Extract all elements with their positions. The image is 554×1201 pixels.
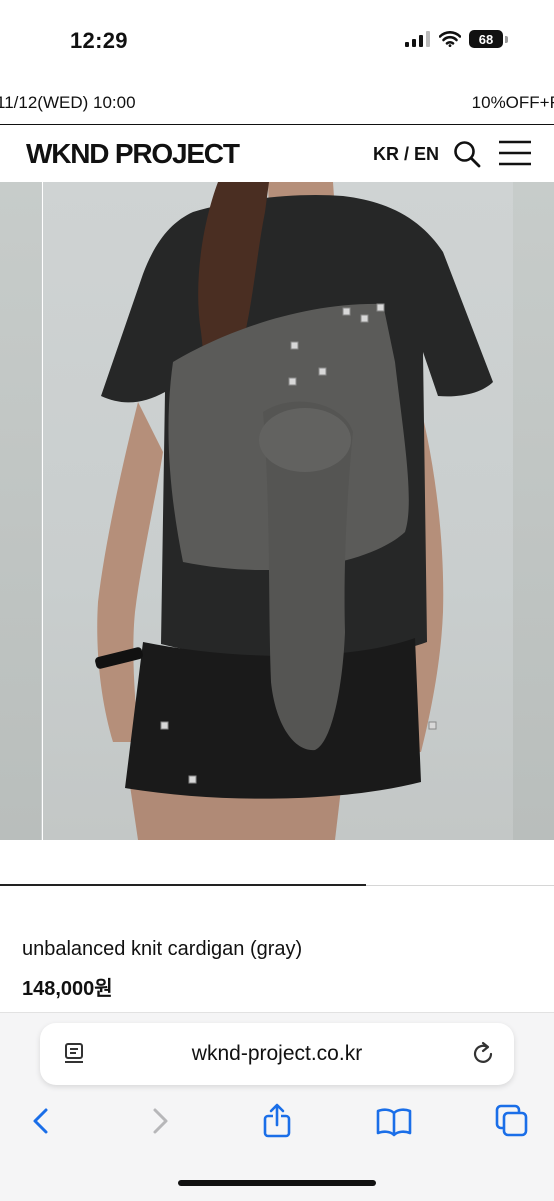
promo-offer: 10%OFF+F <box>471 93 554 112</box>
tabs-icon[interactable] <box>493 1102 531 1140</box>
battery-cap <box>505 35 508 43</box>
share-icon[interactable] <box>258 1102 296 1140</box>
product-name: unbalanced knit cardigan (gray) <box>22 938 303 960</box>
wifi-icon <box>439 31 461 47</box>
promo-banner[interactable]: 11/12(WED) 10:00 10%OFF+F <box>0 82 554 125</box>
reload-icon[interactable] <box>470 1041 496 1067</box>
product-photo <box>42 182 514 840</box>
home-indicator[interactable] <box>178 1180 376 1186</box>
url-text[interactable]: wknd-project.co.kr <box>40 1042 514 1066</box>
cellular-signal-icon <box>405 31 430 47</box>
model-illustration <box>95 182 493 840</box>
image-progress-bar <box>0 884 366 886</box>
battery-icon: 68 <box>469 30 503 48</box>
language-switch[interactable]: KR / EN <box>373 144 439 165</box>
back-icon[interactable] <box>22 1102 60 1140</box>
product-price: 148,000원 <box>22 978 113 1000</box>
hamburger-menu-icon[interactable] <box>498 139 532 167</box>
forward-icon[interactable] <box>141 1102 179 1140</box>
next-slide[interactable] <box>513 182 554 840</box>
status-time: 12:29 <box>70 28 128 53</box>
brand-logo[interactable]: WKND PROJECT <box>26 138 240 170</box>
previous-slide[interactable] <box>0 182 41 840</box>
address-bar[interactable]: wknd-project.co.kr <box>40 1023 514 1085</box>
search-icon[interactable] <box>452 139 482 169</box>
status-icons: 68 <box>405 30 508 48</box>
product-image-gallery[interactable] <box>0 182 554 840</box>
bookmarks-icon[interactable] <box>375 1102 413 1140</box>
promo-date: 11/12(WED) 10:00 <box>0 93 136 112</box>
